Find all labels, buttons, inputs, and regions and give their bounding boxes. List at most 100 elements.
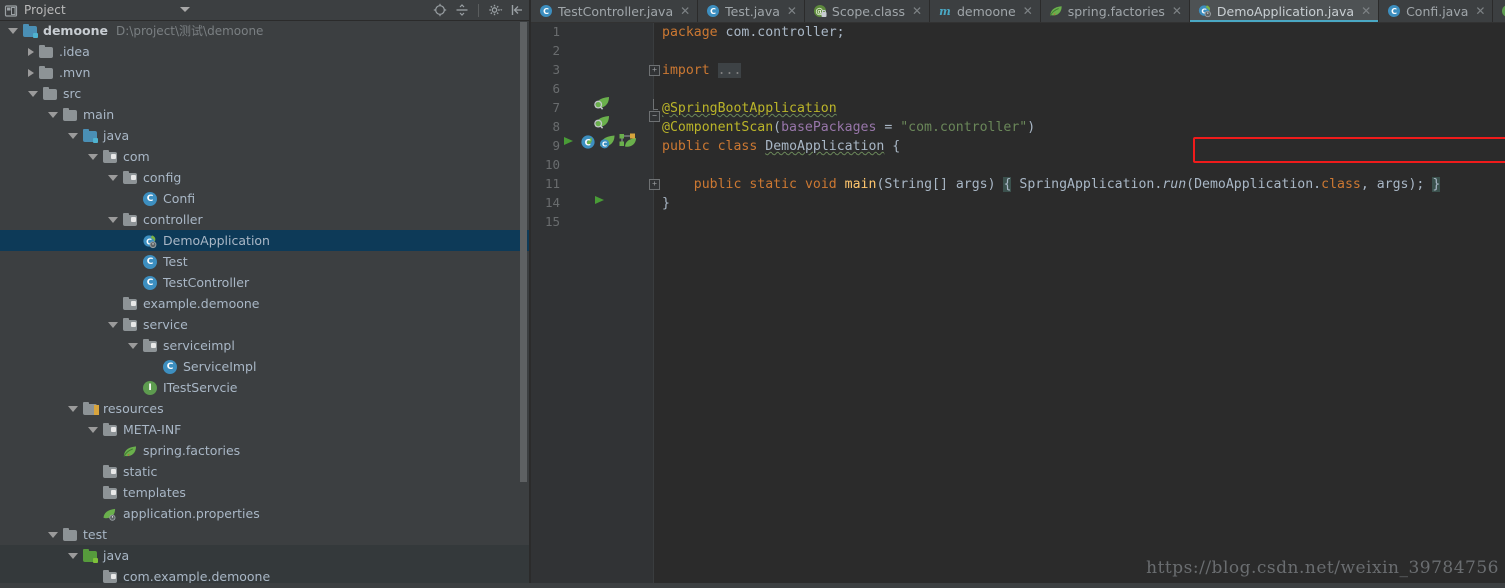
tree-item-label: DemoApplication — [163, 233, 270, 248]
tree-item--mvn[interactable]: .mvn — [0, 62, 530, 83]
tree-expand-arrow[interactable] — [48, 531, 58, 538]
spring-config-icon[interactable]: C — [580, 134, 596, 150]
tree-collapse-arrow[interactable] — [28, 47, 34, 56]
locate-icon[interactable] — [431, 1, 449, 19]
method-name-main: main — [844, 177, 877, 192]
tree-item-resources[interactable]: resources — [0, 398, 530, 419]
close-icon[interactable]: ✕ — [680, 5, 690, 17]
tree-item-testcontroller[interactable]: C TestController — [0, 272, 530, 293]
tree-expand-arrow[interactable] — [108, 321, 118, 328]
maven-module-icon: m — [939, 5, 951, 18]
editor-tab-scope-class[interactable]: @ Scope.class ✕ — [804, 0, 930, 22]
tree-item-controller[interactable]: controller — [0, 209, 530, 230]
editor-tab-demoapplication-java[interactable]: C DemoApplication.java ✕ — [1189, 0, 1380, 22]
tree-item-java[interactable]: java — [0, 125, 530, 146]
tree-item-main[interactable]: main — [0, 104, 530, 125]
tree-item-demoapplication[interactable]: C DemoApplication — [0, 230, 530, 251]
tree-collapse-arrow[interactable] — [28, 68, 34, 77]
tree-item-src[interactable]: src — [0, 83, 530, 104]
tree-item-config[interactable]: config — [0, 167, 530, 188]
editor-tab-testcontroller-java[interactable]: C TestController.java ✕ — [531, 0, 699, 22]
close-icon[interactable]: ✕ — [1361, 5, 1371, 17]
tree-expand-arrow[interactable] — [68, 405, 78, 412]
java-class-icon: C — [707, 5, 720, 17]
spring-bean-icon[interactable] — [593, 114, 611, 130]
tree-expand-arrow[interactable] — [128, 342, 138, 349]
close-icon[interactable]: ✕ — [912, 5, 922, 17]
close-icon[interactable]: ✕ — [1023, 5, 1033, 17]
tree-arrow-spacer — [128, 282, 138, 283]
code-folding-column[interactable]: + − + — [649, 23, 663, 588]
editor-tab-test-java[interactable]: C Test.java ✕ — [698, 0, 805, 22]
run-gutter-icon[interactable] — [564, 137, 573, 145]
tree-expand-arrow[interactable] — [68, 552, 78, 559]
close-icon[interactable]: ✕ — [1475, 5, 1485, 17]
tree-expand-arrow[interactable] — [28, 90, 38, 97]
class-name-demoapplication: DemoApplication — [765, 139, 885, 154]
main-signature: (String[] args) — [876, 177, 996, 192]
tree-item-test[interactable]: test — [0, 524, 530, 545]
editor-tab-confi-java[interactable]: C Confi.java ✕ — [1379, 0, 1494, 22]
project-tree[interactable]: demoone D:\project\测试\demoone .idea .mvn src… — [0, 20, 530, 588]
tree-item-example-demoone[interactable]: example.demoone — [0, 293, 530, 314]
tree-expand-arrow[interactable] — [48, 111, 58, 118]
tree-item-demoone[interactable]: demoone D:\project\测试\demoone — [0, 20, 530, 41]
fold-toggle-icon[interactable]: − — [649, 111, 660, 122]
folder-icon — [38, 44, 54, 60]
tree-item-application-properties[interactable]: application.properties — [0, 503, 530, 524]
tree-item-label: ITestServcie — [163, 380, 238, 395]
collapse-all-icon[interactable] — [453, 1, 471, 19]
fold-toggle-icon[interactable]: + — [649, 179, 660, 190]
tree-item-com[interactable]: com — [0, 146, 530, 167]
tree-expand-arrow[interactable] — [8, 27, 18, 34]
project-tree-scrollbar[interactable] — [520, 22, 527, 482]
close-icon[interactable]: ✕ — [1172, 5, 1182, 17]
line-number: 9 — [552, 138, 560, 153]
tree-expand-arrow[interactable] — [108, 174, 118, 181]
tree-item-java[interactable]: java — [0, 545, 530, 566]
string-com-controller: "com.controller" — [900, 120, 1028, 135]
editor-tab-demoone[interactable]: m demoone ✕ — [930, 0, 1041, 22]
code-editor[interactable]: 1 2 3 6 7 8 9 10 11 14 15 C C + − + package com.contro… — [531, 23, 1505, 588]
run-gutter-icon[interactable] — [595, 196, 604, 204]
tree-item-label: resources — [103, 401, 164, 416]
fold-region-line — [653, 99, 654, 109]
tree-item-serviceimpl[interactable]: serviceimpl — [0, 335, 530, 356]
tree-expand-arrow[interactable] — [68, 132, 78, 139]
java-interface-icon: I — [142, 380, 158, 396]
tree-expand-arrow[interactable] — [108, 216, 118, 223]
fold-toggle-icon[interactable]: + — [649, 65, 660, 76]
tree-expand-arrow[interactable] — [88, 426, 98, 433]
tree-item-confi[interactable]: C Confi — [0, 188, 530, 209]
editor-tab-spring-factories[interactable]: spring.factories ✕ — [1040, 0, 1190, 22]
settings-gear-icon[interactable] — [486, 1, 504, 19]
tree-item-label: META-INF — [123, 422, 182, 437]
editor-tab-bar[interactable]: C TestController.java ✕ C Test.java ✕ @ Scope.c… — [531, 0, 1505, 23]
tree-item-label: .mvn — [59, 65, 91, 80]
equals-sign: = — [876, 120, 901, 135]
editor-gutter[interactable]: 1 2 3 6 7 8 9 10 11 14 15 C C — [531, 23, 654, 588]
keyword-static: static — [749, 177, 797, 192]
tree-item-serviceimpl[interactable]: C ServiceImpl — [0, 356, 530, 377]
spring-boot-app-icon: C — [142, 233, 158, 249]
tree-item-static[interactable]: static — [0, 461, 530, 482]
tree-item-spring-factories[interactable]: spring.factories — [0, 440, 530, 461]
tree-expand-arrow[interactable] — [88, 153, 98, 160]
class-brace-close: } — [662, 196, 670, 211]
tree-item--idea[interactable]: .idea — [0, 41, 530, 62]
tree-item-service[interactable]: service — [0, 314, 530, 335]
tree-item-itestservcie[interactable]: I ITestServcie — [0, 377, 530, 398]
spring-bean-class-icon[interactable]: C — [598, 134, 616, 150]
tree-item-test[interactable]: C Test — [0, 251, 530, 272]
hide-panel-icon[interactable] — [508, 1, 526, 19]
package-folder-icon — [142, 338, 158, 354]
chevron-down-icon[interactable] — [180, 7, 190, 12]
tree-item-meta-inf[interactable]: META-INF — [0, 419, 530, 440]
editor-tab-itestse[interactable]: IITestSe — [1493, 0, 1505, 22]
tree-arrow-spacer — [128, 198, 138, 199]
close-icon[interactable]: ✕ — [787, 5, 797, 17]
spring-dependency-icon[interactable] — [619, 133, 637, 149]
folded-imports-placeholder[interactable]: ... — [717, 63, 742, 78]
spring-bean-icon[interactable] — [593, 95, 611, 111]
tree-item-templates[interactable]: templates — [0, 482, 530, 503]
